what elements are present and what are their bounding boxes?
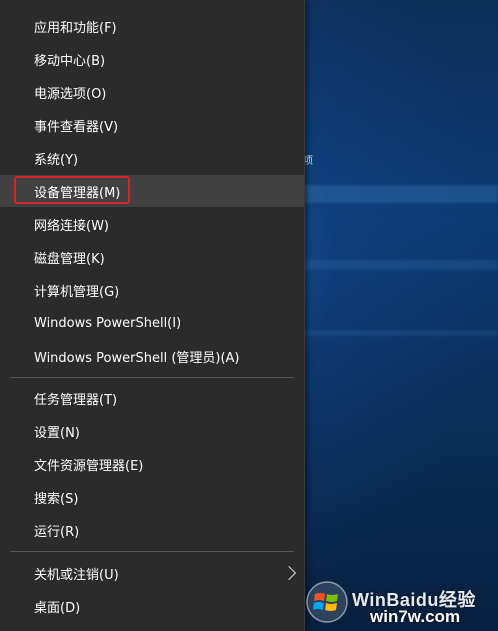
menu-item-file-explorer[interactable]: 文件资源管理器(E)	[0, 448, 304, 480]
menu-item-label: 任务管理器(T)	[34, 392, 118, 408]
menu-item-label: 网络连接(W)	[34, 218, 109, 234]
menu-item-label: 设备管理器(M)	[34, 185, 121, 201]
menu-item-shutdown-signout[interactable]: 关机或注销(U)	[0, 557, 304, 589]
menu-item-system[interactable]: 系统(Y)	[0, 142, 304, 174]
menu-item-label: 关机或注销(U)	[34, 567, 119, 583]
menu-item-label: 磁盘管理(K)	[34, 251, 105, 267]
chevron-right-icon	[281, 565, 297, 581]
menu-item-label: 运行(R)	[34, 524, 80, 540]
menu-item-network-connections[interactable]: 网络连接(W)	[0, 208, 304, 240]
menu-item-label: 应用和功能(F)	[34, 20, 117, 36]
watermark-url: win7w.com	[370, 607, 461, 626]
menu-item-label: Windows PowerShell (管理员)(A)	[34, 350, 240, 366]
light-beam	[300, 185, 498, 203]
menu-item-task-manager[interactable]: 任务管理器(T)	[0, 382, 304, 414]
menu-item-label: 事件查看器(V)	[34, 119, 119, 135]
menu-item-disk-management[interactable]: 磁盘管理(K)	[0, 241, 304, 273]
menu-item-label: 设置(N)	[34, 425, 80, 441]
menu-separator	[10, 377, 294, 378]
menu-item-run[interactable]: 运行(R)	[0, 514, 304, 546]
menu-item-label: 计算机管理(G)	[34, 284, 120, 300]
menu-item-label: 桌面(D)	[34, 600, 81, 616]
menu-item-device-manager[interactable]: 设备管理器(M)	[0, 175, 304, 207]
menu-item-label: 电源选项(O)	[34, 86, 107, 102]
windows-flag-icon	[306, 581, 348, 623]
menu-item-label: 文件资源管理器(E)	[34, 458, 144, 474]
menu-separator	[10, 551, 294, 552]
menu-item-computer-management[interactable]: 计算机管理(G)	[0, 274, 304, 306]
menu-item-label: 搜索(S)	[34, 491, 79, 507]
menu-item-event-viewer[interactable]: 事件查看器(V)	[0, 109, 304, 141]
menu-item-apps-features[interactable]: 应用和功能(F)	[0, 10, 304, 42]
menu-item-search[interactable]: 搜索(S)	[0, 481, 304, 513]
menu-item-label: 移动中心(B)	[34, 53, 106, 69]
menu-item-mobility-center[interactable]: 移动中心(B)	[0, 43, 304, 75]
menu-item-power-options[interactable]: 电源选项(O)	[0, 76, 304, 108]
menu-item-label: Windows PowerShell(I)	[34, 315, 182, 331]
menu-item-settings[interactable]: 设置(N)	[0, 415, 304, 447]
winx-context-menu: 应用和功能(F) 移动中心(B) 电源选项(O) 事件查看器(V) 系统(Y) …	[0, 0, 305, 631]
light-beam	[300, 330, 498, 336]
menu-item-powershell[interactable]: Windows PowerShell(I)	[0, 307, 304, 339]
light-beam	[300, 260, 498, 270]
menu-item-powershell-admin[interactable]: Windows PowerShell (管理员)(A)	[0, 340, 304, 372]
menu-item-label: 系统(Y)	[34, 152, 79, 168]
menu-item-desktop[interactable]: 桌面(D)	[0, 590, 304, 622]
